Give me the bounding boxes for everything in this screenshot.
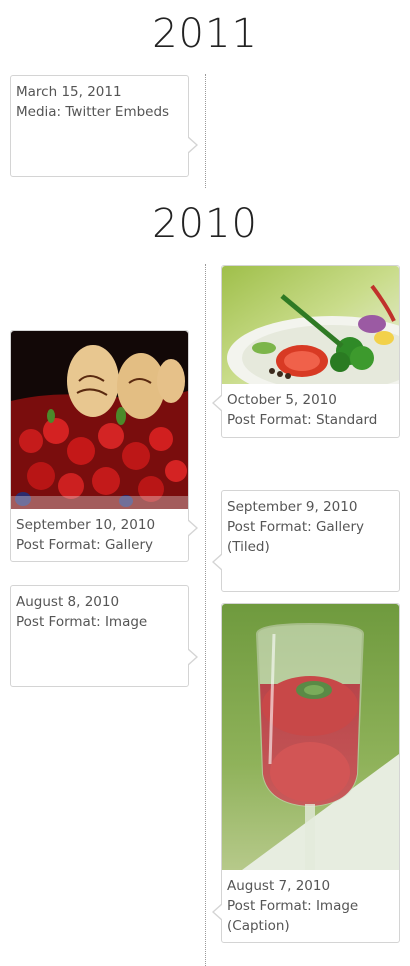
post-card-twitter-embeds[interactable]: March 15, 2011 Media: Twitter Embeds (10, 75, 198, 177)
post-card-image[interactable]: August 8, 2010 Post Format: Image (10, 585, 198, 687)
strawberry-cake-image[interactable] (11, 331, 188, 509)
post-date[interactable]: October 5, 2010 (227, 390, 394, 410)
post-card-gallery-tiled[interactable]: September 9, 2010 Post Format: Gallery (… (212, 490, 400, 592)
post-card-gallery[interactable]: September 10, 2010 Post Format: Gallery (10, 330, 198, 562)
champagne-glass-image[interactable] (222, 604, 399, 870)
post-title[interactable]: Post Format: Gallery (Tiled) (227, 517, 394, 557)
post-meta: March 15, 2011 Media: Twitter Embeds (11, 76, 188, 122)
post-meta: September 9, 2010 Post Format: Gallery (… (222, 491, 399, 557)
post-date[interactable]: September 10, 2010 (16, 515, 183, 535)
post-title[interactable]: Post Format: Gallery (16, 535, 183, 555)
post-card-standard[interactable]: October 5, 2010 Post Format: Standard (212, 265, 400, 438)
year-heading-2010: 2010 (152, 201, 258, 247)
post-date[interactable]: August 7, 2010 (227, 876, 394, 896)
post-meta: October 5, 2010 Post Format: Standard (222, 384, 399, 430)
post-date[interactable]: August 8, 2010 (16, 592, 183, 612)
post-meta: September 10, 2010 Post Format: Gallery (11, 509, 188, 555)
post-title[interactable]: Media: Twitter Embeds (16, 102, 183, 122)
timeline-line-2010 (205, 264, 206, 966)
salad-plate-image[interactable] (222, 266, 399, 384)
post-date[interactable]: March 15, 2011 (16, 82, 183, 102)
post-title[interactable]: Post Format: Image (16, 612, 183, 632)
post-meta: August 7, 2010 Post Format: Image (Capti… (222, 870, 399, 936)
year-heading-2011: 2011 (152, 11, 258, 57)
post-title[interactable]: Post Format: Standard (227, 410, 394, 430)
timeline-line-2011 (205, 74, 206, 188)
post-meta: August 8, 2010 Post Format: Image (11, 586, 188, 632)
post-card-image-caption[interactable]: August 7, 2010 Post Format: Image (Capti… (212, 603, 400, 943)
post-date[interactable]: September 9, 2010 (227, 497, 394, 517)
post-title[interactable]: Post Format: Image (Caption) (227, 896, 394, 936)
